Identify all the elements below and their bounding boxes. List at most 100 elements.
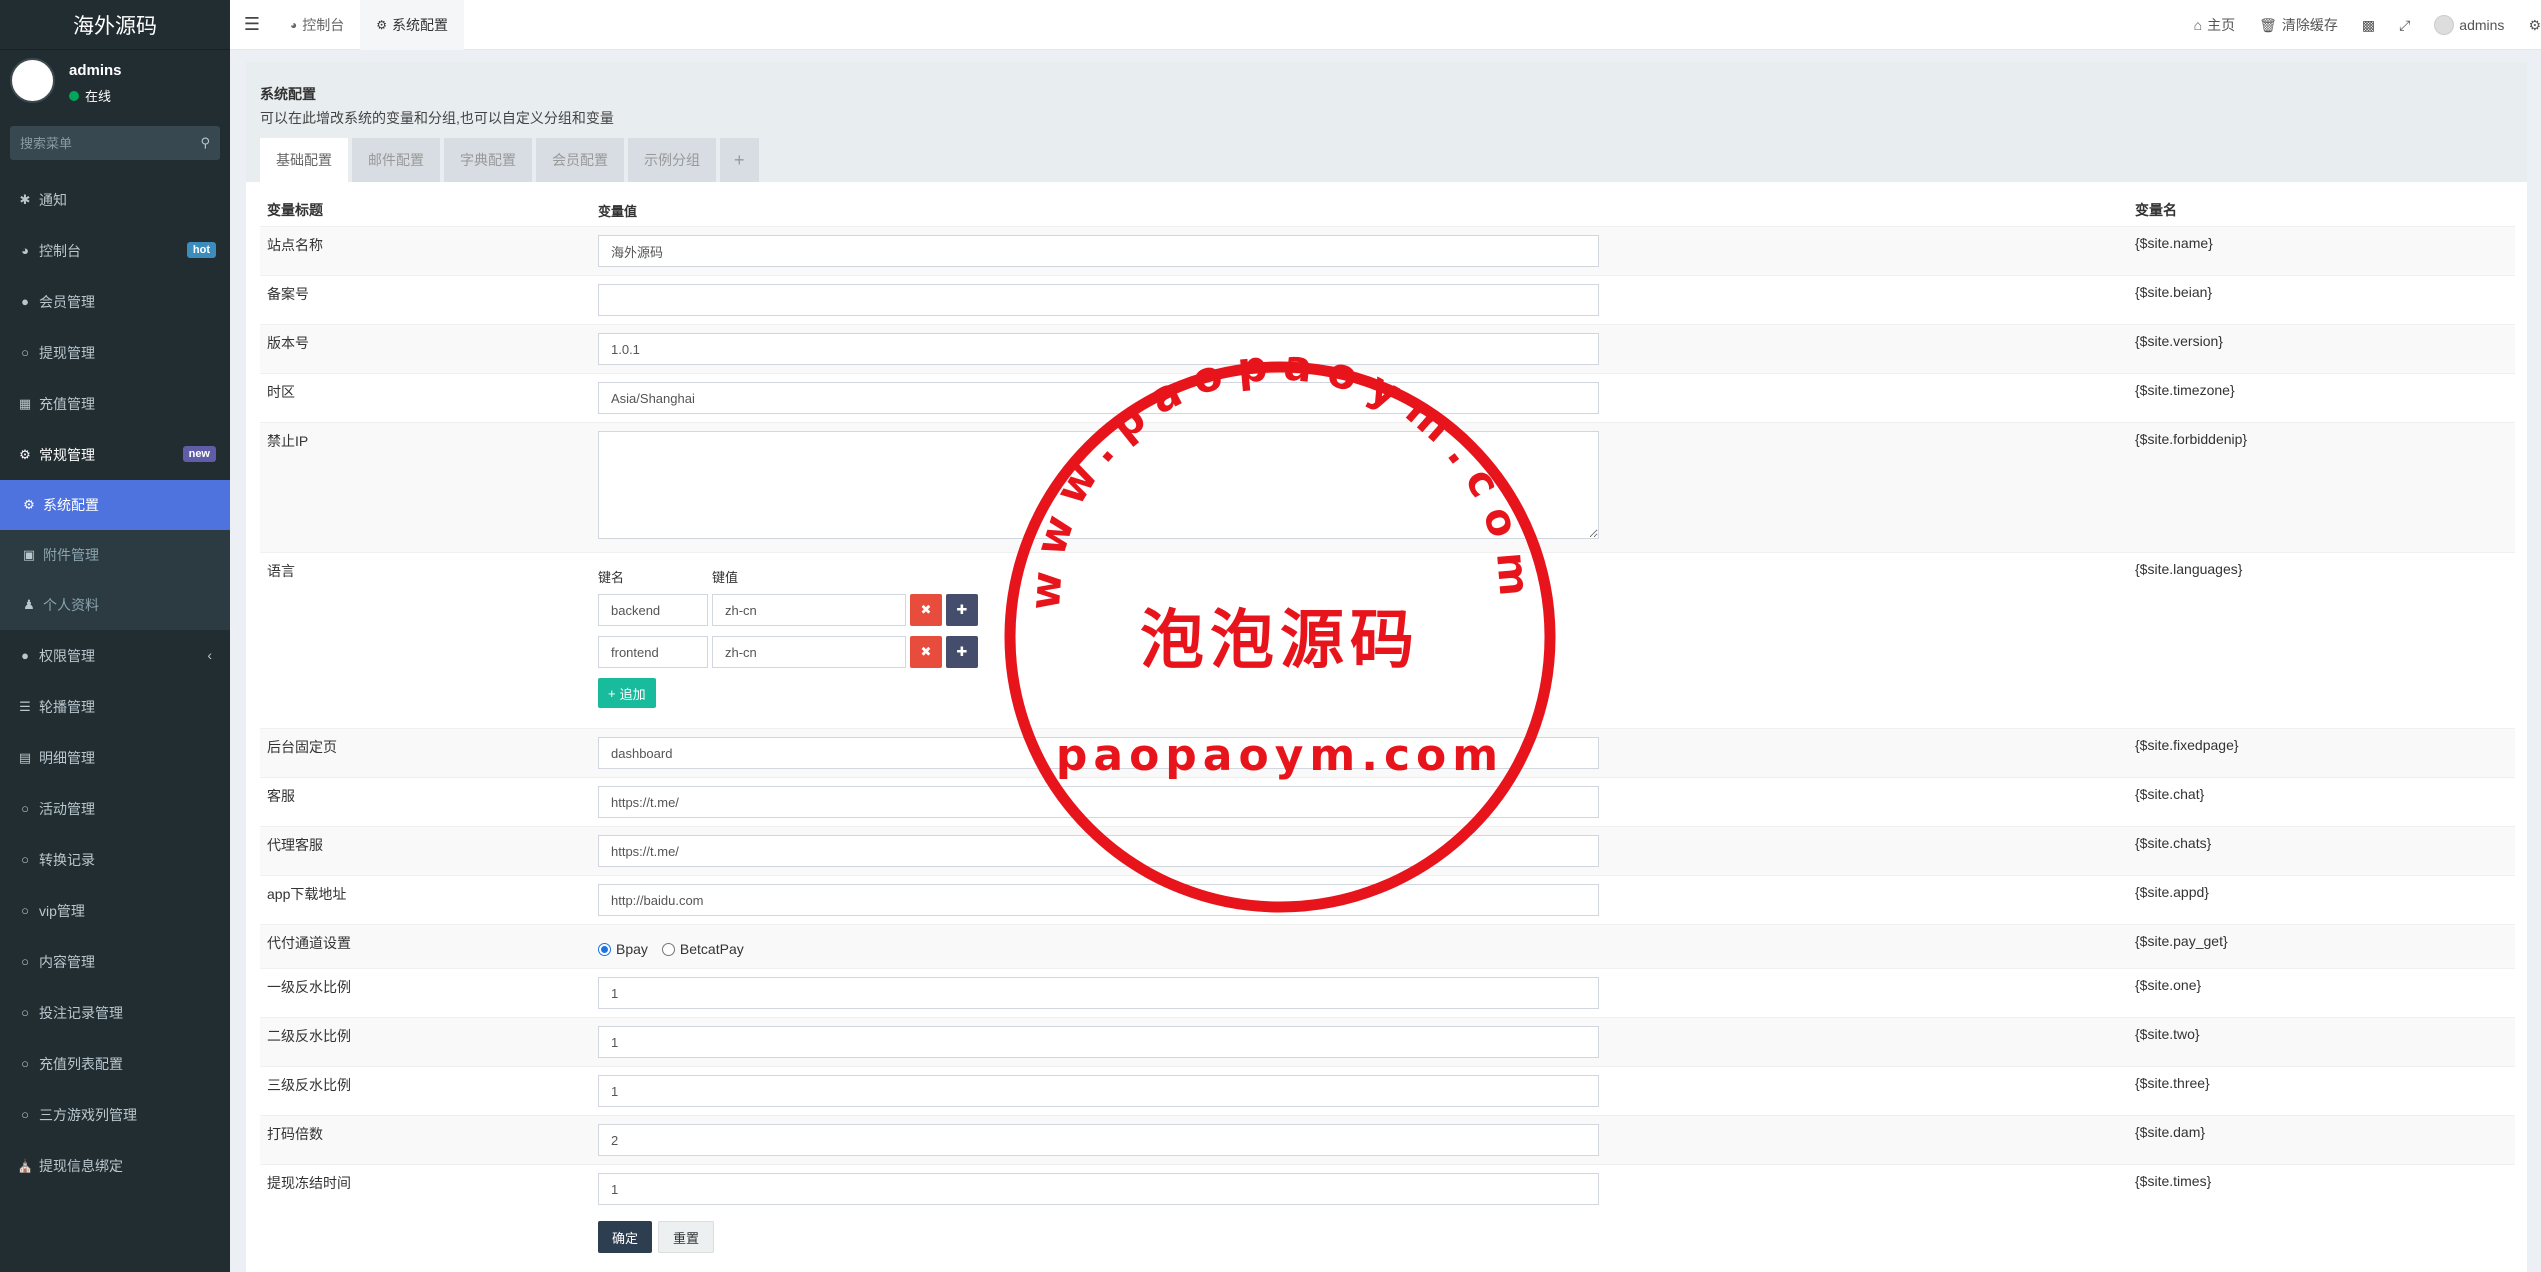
sidebar-item-content[interactable]: ○ 内容管理 (0, 936, 230, 987)
table-row: 禁止IP {$site.forbiddenip} (260, 422, 2515, 552)
tab-basic[interactable]: 基础配置 (260, 138, 348, 182)
timezone-input[interactable] (598, 382, 1599, 414)
circle-icon: ○ (21, 852, 29, 867)
page-description: 可以在此增改系统的变量和分组,也可以自定义分组和变量 (260, 110, 614, 126)
sidebar-item-system-config[interactable]: ⚙ 系统配置 (0, 480, 230, 530)
tab-dictionary[interactable]: 字典配置 (444, 138, 532, 182)
kv-key-input[interactable] (598, 594, 708, 626)
language-icon: ▩ (2361, 16, 2376, 33)
move-icon: ✚ (956, 602, 968, 617)
sidebar-item-notice[interactable]: ✱ 通知 (0, 174, 230, 225)
row-var-name: {$site.dam} (2135, 1124, 2206, 1140)
trash-icon: 🗑 (2259, 16, 2277, 33)
drag-row-button[interactable]: ✚ (946, 594, 978, 626)
sidebar-item-members[interactable]: ● 会员管理 (0, 276, 230, 327)
level2-rebate-input[interactable] (598, 1026, 1599, 1058)
languages-editor: 键名 键值 ✖ ✚ ✖ ✚ +追加 (598, 553, 2128, 728)
circle-icon: ○ (21, 1005, 29, 1020)
app-logo[interactable]: 海外源码 (0, 0, 230, 50)
table-row: 二级反水比例 {$site.two} (260, 1017, 2515, 1066)
user-name: admins (69, 62, 122, 79)
sidebar-toggle-icon[interactable]: ☰ (230, 0, 274, 50)
sidebar-item-activity[interactable]: ○ 活动管理 (0, 783, 230, 834)
sidebar-item-profile[interactable]: ♟ 个人资料 (0, 580, 230, 630)
chat-input[interactable] (598, 786, 1599, 818)
header-title: 变量标题 (267, 202, 323, 218)
beian-input[interactable] (598, 284, 1599, 316)
row-title: 二级反水比例 (267, 1028, 351, 1044)
row-var-name: {$site.name} (2135, 235, 2213, 251)
sidebar-item-details[interactable]: ▤ 明细管理 (0, 732, 230, 783)
user-menu[interactable]: admins (2422, 15, 2516, 35)
fullscreen-button[interactable]: ⤢ (2387, 17, 2422, 34)
sidebar-item-withdraw-bind[interactable]: ⛪ 提现信息绑定 (0, 1140, 230, 1191)
row-title: 代付通道设置 (267, 935, 351, 951)
tab-system-config[interactable]: ⚙ 系统配置 (360, 0, 465, 50)
sidebar-item-third-party-games[interactable]: ○ 三方游戏列管理 (0, 1089, 230, 1140)
level3-rebate-input[interactable] (598, 1075, 1599, 1107)
radio-unchecked-icon (661, 942, 675, 956)
level1-rebate-input[interactable] (598, 977, 1599, 1009)
remove-row-button[interactable]: ✖ (910, 636, 942, 668)
kv-row: ✖ ✚ (598, 594, 2128, 626)
settings-button[interactable]: ⚙ (2516, 17, 2541, 34)
clear-cache-button[interactable]: 🗑 清除缓存 (2247, 15, 2350, 35)
radio-bpay[interactable]: Bpay (598, 941, 648, 957)
chevron-left-icon[interactable]: ‹ (207, 647, 212, 663)
kv-value-input[interactable] (712, 594, 906, 626)
sidebar-item-general[interactable]: ⚙ 常规管理 new (0, 429, 230, 480)
search-icon[interactable]: ⚲ (200, 135, 210, 151)
remove-row-button[interactable]: ✖ (910, 594, 942, 626)
sidebar-item-permissions[interactable]: ● 权限管理 ‹ (0, 630, 230, 681)
row-title: 一级反水比例 (267, 979, 351, 995)
reset-button[interactable]: 重置 (658, 1221, 715, 1253)
sidebar-item-recharge-list[interactable]: ○ 充值列表配置 (0, 1038, 230, 1089)
users-icon: ● (21, 294, 29, 309)
grid-icon: ▦ (18, 395, 32, 411)
radio-checked-icon (598, 942, 611, 956)
kv-value-input[interactable] (712, 636, 906, 668)
tab-example[interactable]: 示例分组 (628, 138, 716, 182)
app-download-input[interactable] (598, 884, 1599, 916)
sidebar: 海外源码 admins 在线 ⚲ ✱通知 ◕控制台hot ●会员管理 ○提现管理… (0, 0, 230, 1272)
sidebar-item-bets[interactable]: ○ 投注记录管理 (0, 987, 230, 1038)
site-name-input[interactable] (598, 235, 1599, 267)
home-link[interactable]: ⌂ 主页 (2182, 15, 2247, 35)
row-var-name: {$site.one} (2135, 977, 2202, 993)
dashboard-icon: ◕ (21, 243, 29, 258)
agent-chat-input[interactable] (598, 835, 1599, 867)
row-title: 禁止IP (267, 433, 309, 449)
sidebar-item-vip[interactable]: ○ vip管理 (0, 885, 230, 936)
row-var-name: {$site.forbiddenip} (2135, 431, 2248, 447)
forbidden-ip-textarea[interactable] (598, 431, 1599, 539)
radio-betcatpay[interactable]: BetcatPay (661, 941, 744, 957)
file-image-icon: ▣ (22, 547, 36, 562)
kv-row: ✖ ✚ (598, 636, 2128, 668)
app-root: 海外源码 admins 在线 ⚲ ✱通知 ◕控制台hot ●会员管理 ○提现管理… (0, 0, 2541, 1272)
language-button[interactable]: ▩ (2350, 17, 2387, 34)
append-button[interactable]: + 追加 (598, 678, 656, 708)
row-title: 提现冻结时间 (267, 1175, 351, 1191)
sidebar-item-attachments[interactable]: ▣ 附件管理 (0, 530, 230, 580)
menu-search-input[interactable] (20, 135, 190, 151)
row-var-name: {$site.fixedpage} (2135, 737, 2239, 753)
table-row: 时区 {$site.timezone} (260, 373, 2515, 422)
tab-email[interactable]: 邮件配置 (352, 138, 440, 182)
sidebar-item-carousel[interactable]: ☰ 轮播管理 (0, 681, 230, 732)
tab-member[interactable]: 会员配置 (536, 138, 624, 182)
sidebar-item-dashboard[interactable]: ◕ 控制台 hot (0, 225, 230, 276)
fixed-page-input[interactable] (598, 737, 1599, 769)
version-input[interactable] (598, 333, 1599, 365)
kv-key-input[interactable] (598, 636, 708, 668)
sidebar-item-conversion[interactable]: ○ 转换记录 (0, 834, 230, 885)
confirm-button[interactable]: 确定 (598, 1221, 653, 1253)
tab-dashboard[interactable]: ◕ 控制台 (274, 0, 360, 50)
sidebar-item-withdraw[interactable]: ○ 提现管理 (0, 327, 230, 378)
sidebar-item-recharge[interactable]: ▦ 充值管理 (0, 378, 230, 429)
drag-row-button[interactable]: ✚ (946, 636, 978, 668)
bet-multiplier-input[interactable] (598, 1124, 1599, 1156)
row-title: 客服 (267, 788, 295, 804)
cogs-icon: ⚙ (19, 446, 31, 462)
add-group-button[interactable]: + (720, 138, 759, 182)
withdraw-freeze-input[interactable] (598, 1173, 1599, 1205)
